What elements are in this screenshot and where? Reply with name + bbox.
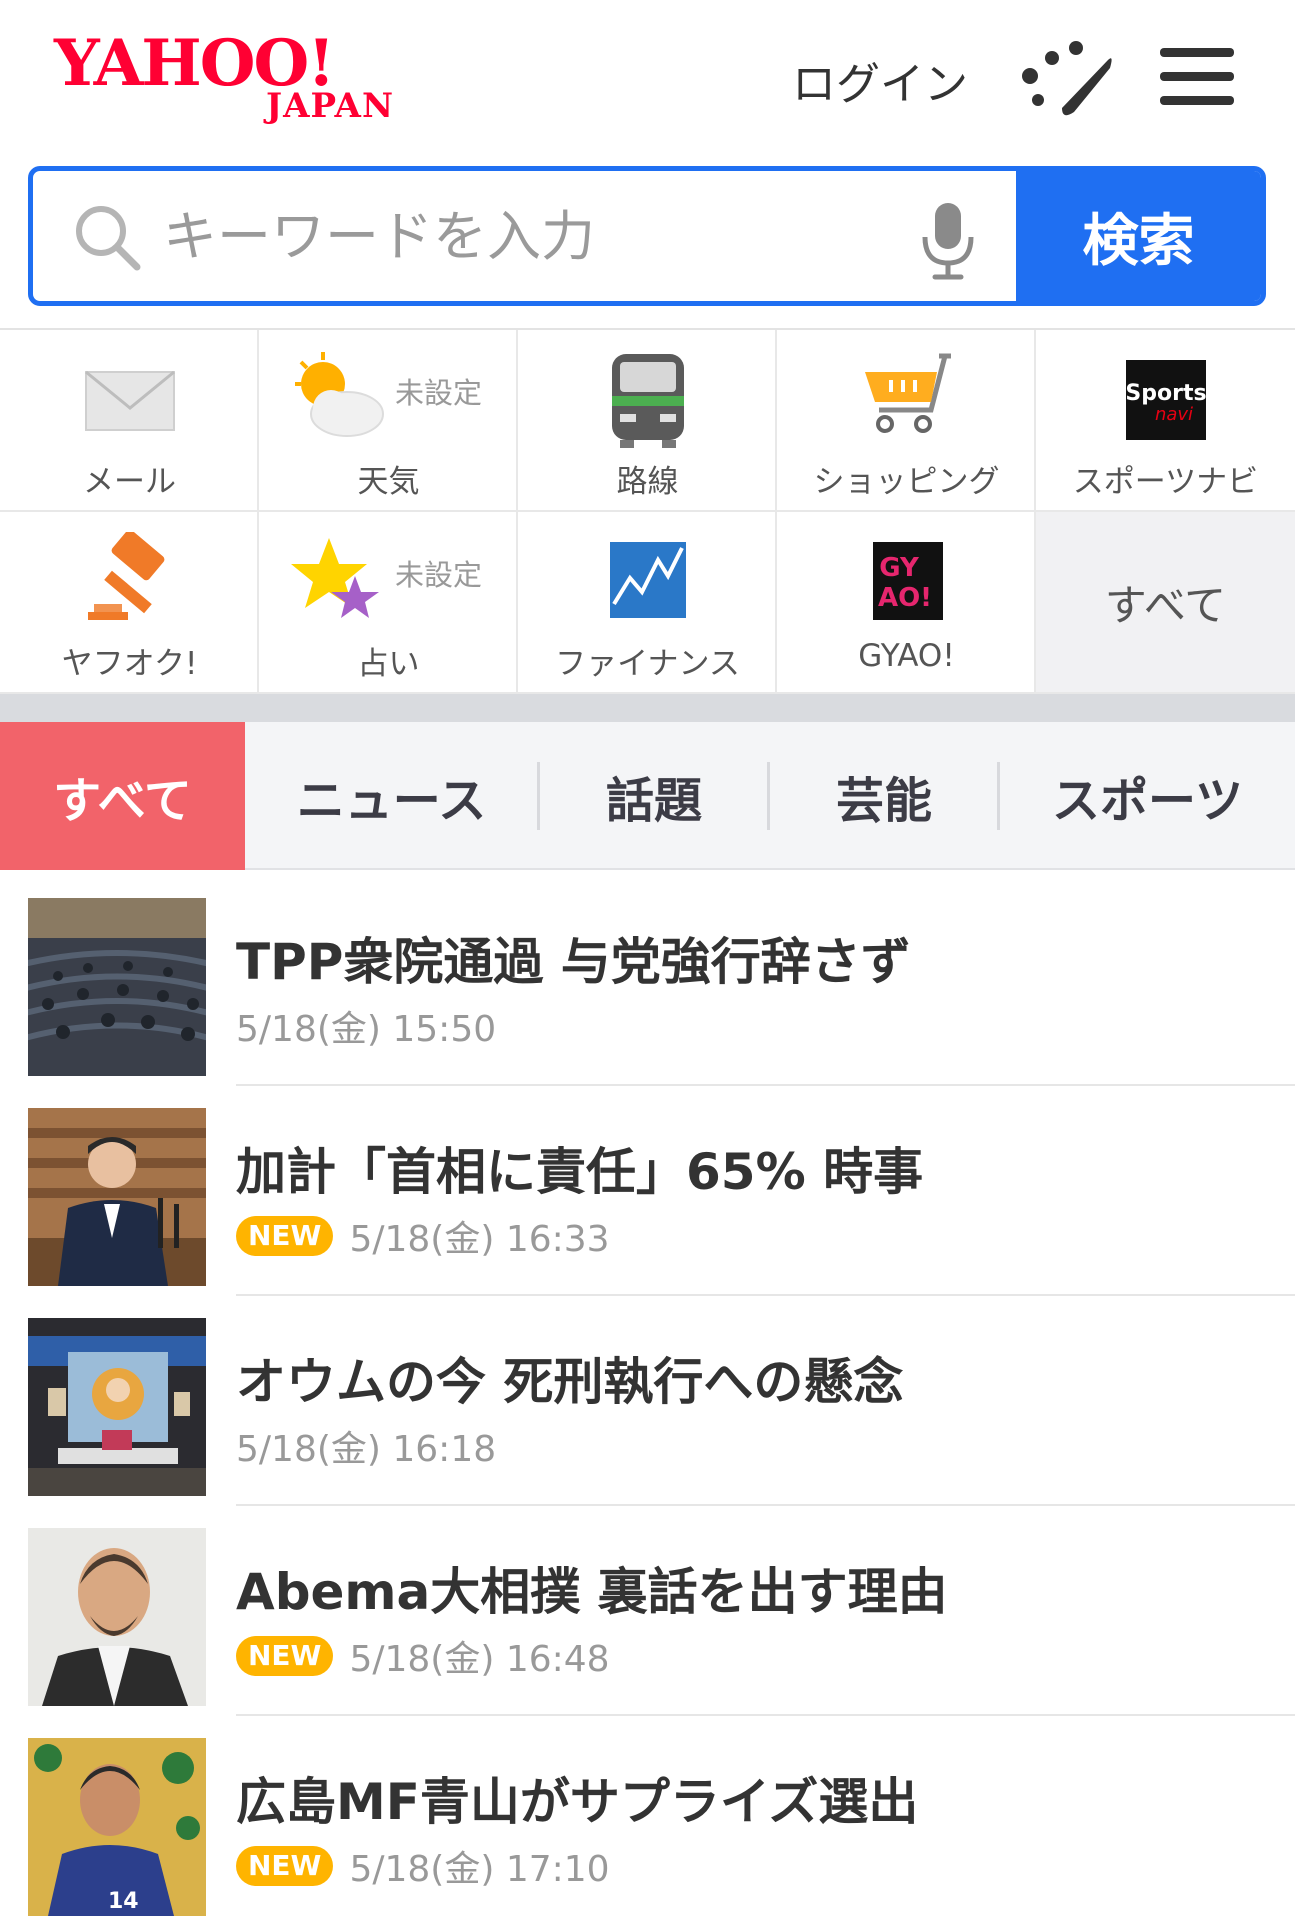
- fortune-stars-icon: [291, 538, 379, 618]
- search-icon: [76, 206, 141, 271]
- news-item[interactable]: 加計「首相に責任」65% 時事 NEW 5/18(金) 16:33: [0, 1086, 1295, 1296]
- hamburger-menu-icon[interactable]: [1160, 48, 1234, 106]
- logo-sub-text: JAPAN: [266, 86, 395, 126]
- news-title[interactable]: 加計「首相に責任」65% 時事: [236, 1132, 923, 1204]
- train-icon: [612, 354, 684, 448]
- news-time: 5/18(金) 16:33: [349, 1219, 610, 1260]
- news-title[interactable]: TPP衆院通過 与党強行辞さず: [236, 922, 911, 994]
- service-label: ショッピング: [813, 464, 1000, 500]
- news-meta: NEW 5/18(金) 17:10: [236, 1844, 610, 1890]
- dots-brush-icon[interactable]: [1018, 38, 1118, 118]
- search-input[interactable]: [163, 171, 923, 301]
- header: YAHOO! JAPAN ログイン: [0, 0, 1295, 160]
- tab-all[interactable]: すべて: [0, 722, 245, 870]
- news-time: 5/18(金) 17:10: [349, 1849, 610, 1890]
- service-label: スポーツナビ: [1072, 464, 1259, 500]
- news-title[interactable]: Abema大相撲 裏話を出す理由: [236, 1552, 948, 1624]
- news-meta: 5/18(金) 15:50: [236, 1004, 496, 1050]
- finance-chart-icon: [610, 542, 686, 618]
- news-item[interactable]: オウムの今 死刑執行への懸念 5/18(金) 16:18: [0, 1296, 1295, 1506]
- news-tabs: すべて ニュース 話題 芸能 スポーツ: [0, 722, 1295, 870]
- news-thumbnail[interactable]: [28, 898, 206, 1076]
- shopping-cart-icon: [865, 353, 951, 433]
- news-title[interactable]: 広島MF青山がサプライズ選出: [236, 1762, 918, 1834]
- service-mail[interactable]: メール: [0, 330, 259, 512]
- gyao-logo-text-2: AO!: [878, 583, 932, 613]
- news-meta: 5/18(金) 16:18: [236, 1424, 496, 1470]
- new-badge: NEW: [236, 1846, 334, 1886]
- news-time: 5/18(金) 15:50: [236, 1009, 497, 1050]
- microphone-icon[interactable]: [913, 201, 983, 281]
- section-divider: [0, 694, 1295, 722]
- service-label: メール: [83, 464, 176, 500]
- service-label: 路線: [616, 464, 679, 500]
- sportsnavi-icon: Sports navi: [1125, 360, 1207, 440]
- service-shopping[interactable]: ショッピング: [777, 330, 1036, 512]
- service-train[interactable]: 路線: [518, 330, 777, 512]
- tab-topics[interactable]: 話題: [540, 722, 768, 870]
- news-thumbnail[interactable]: 14: [28, 1738, 206, 1916]
- news-meta: NEW 5/18(金) 16:48: [236, 1634, 610, 1680]
- sportsnavi-logo-text-1: Sports: [1125, 381, 1206, 406]
- service-all-button[interactable]: すべて: [1036, 512, 1295, 694]
- new-badge: NEW: [236, 1636, 334, 1676]
- auction-gavel-icon: [88, 532, 165, 620]
- weather-icon: [295, 352, 384, 437]
- news-thumbnail[interactable]: [28, 1318, 206, 1496]
- service-label: ヤフオク!: [61, 646, 198, 682]
- news-thumbnail[interactable]: [28, 1108, 206, 1286]
- unset-badge: 未設定: [395, 558, 483, 592]
- search-bar: 検索: [28, 166, 1266, 306]
- service-label: 占い: [357, 646, 420, 682]
- news-time: 5/18(金) 16:48: [349, 1639, 610, 1680]
- sportsnavi-logo-text-2: navi: [1155, 404, 1193, 425]
- news-thumbnail[interactable]: [28, 1528, 206, 1706]
- search-button[interactable]: 検索: [1016, 171, 1261, 301]
- tab-news[interactable]: ニュース: [245, 722, 538, 870]
- service-gyao[interactable]: GY AO! GYAO!: [777, 512, 1036, 694]
- login-link[interactable]: ログイン: [792, 48, 968, 112]
- mail-icon: [85, 370, 175, 431]
- new-badge: NEW: [236, 1216, 334, 1256]
- news-item[interactable]: Abema大相撲 裏話を出す理由 NEW 5/18(金) 16:48: [0, 1506, 1295, 1716]
- news-meta: NEW 5/18(金) 16:33: [236, 1214, 610, 1260]
- service-label: GYAO!: [858, 638, 955, 674]
- service-auction[interactable]: ヤフオク!: [0, 512, 259, 694]
- yahoo-japan-logo[interactable]: YAHOO! JAPAN: [54, 26, 424, 126]
- service-label: ファイナンス: [555, 646, 740, 682]
- service-sportsnavi[interactable]: Sports navi スポーツナビ: [1036, 330, 1295, 512]
- tab-sports[interactable]: スポーツ: [1000, 722, 1295, 870]
- unset-badge: 未設定: [395, 376, 483, 410]
- news-item[interactable]: 14 広島MF青山がサプライズ選出 NEW 5/18(金) 17:10: [0, 1716, 1295, 1920]
- news-title[interactable]: オウムの今 死刑執行への懸念: [236, 1342, 903, 1414]
- service-fortune[interactable]: 未設定 占い: [259, 512, 518, 694]
- gyao-icon: GY AO!: [873, 542, 943, 620]
- news-time: 5/18(金) 16:18: [236, 1429, 497, 1470]
- service-grid: メール 未設定 天気 路線 ショッピング Sports navi スポーツナビ …: [0, 328, 1295, 694]
- service-weather[interactable]: 未設定 天気: [259, 330, 518, 512]
- service-all-label: すべて: [1104, 581, 1227, 630]
- service-finance[interactable]: ファイナンス: [518, 512, 777, 694]
- service-label: 天気: [357, 464, 420, 500]
- svg-text:14: 14: [108, 1889, 139, 1914]
- news-item[interactable]: TPP衆院通過 与党強行辞さず 5/18(金) 15:50: [0, 876, 1295, 1086]
- gyao-logo-text-1: GY: [879, 553, 920, 583]
- tab-entertainment[interactable]: 芸能: [770, 722, 998, 870]
